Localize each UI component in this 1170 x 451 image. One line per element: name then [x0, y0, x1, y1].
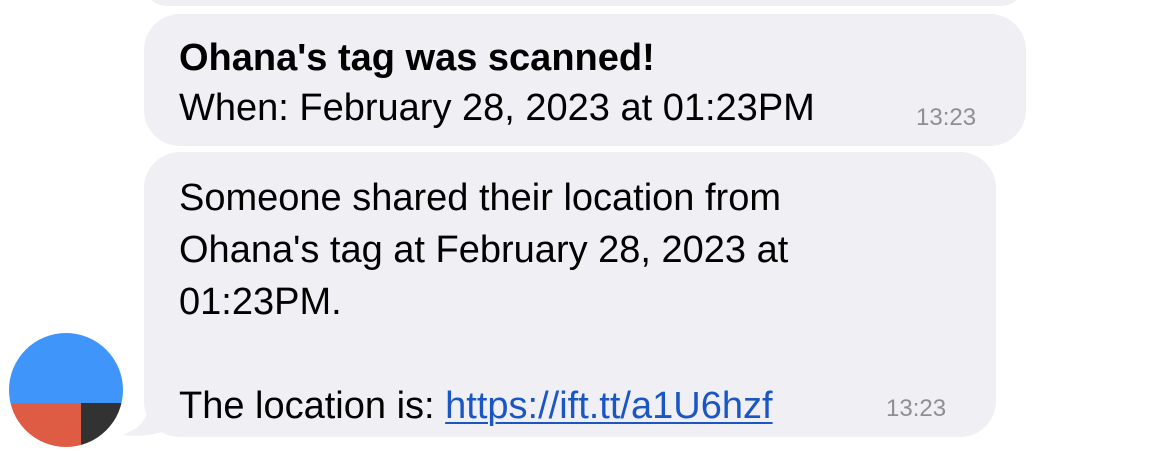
message-body: When: February 28, 2023 at 01:23PM	[179, 87, 815, 129]
message-timestamp: 13:23	[916, 104, 977, 131]
location-prefix: The location is:	[179, 385, 446, 427]
avatar-image	[9, 333, 123, 447]
location-link[interactable]: https://ift.tt/a1U6hzf	[445, 385, 772, 427]
message-timestamp: 13:23	[886, 395, 947, 422]
bubble-tail	[122, 405, 182, 436]
location-line: The location is: https://ift.tt/a1U6hzf	[179, 380, 996, 432]
previous-message-bubble	[144, 0, 1024, 6]
message-bubble-location[interactable]: Someone shared their location from Ohana…	[144, 152, 996, 437]
sender-avatar[interactable]	[9, 333, 123, 447]
message-body: Someone shared their location from Ohana…	[179, 177, 789, 323]
message-bubble-tag-scanned[interactable]: Ohana's tag was scanned! When: February …	[144, 14, 1026, 146]
message-title: Ohana's tag was scanned!	[179, 37, 655, 79]
